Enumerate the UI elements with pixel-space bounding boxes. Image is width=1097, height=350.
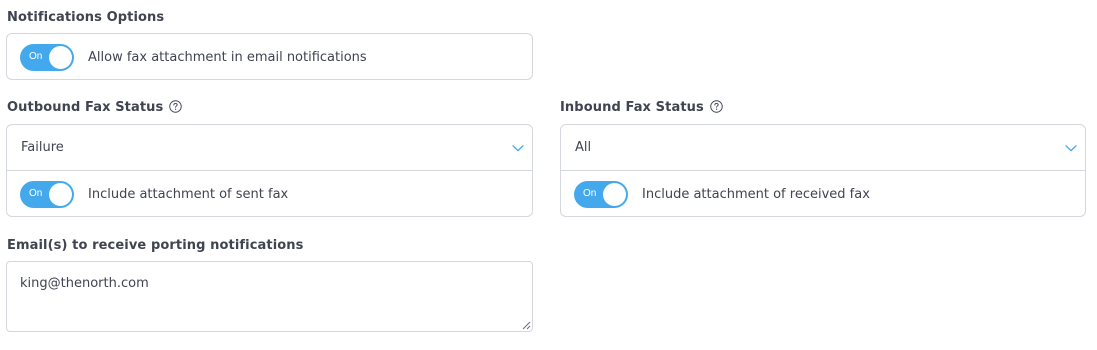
outbound-fax-box: Failure On Include attachment of sent fa… bbox=[6, 124, 533, 217]
toggle-state-text: On bbox=[583, 187, 597, 199]
notification-settings-page: Notifications Options On Allow fax attac… bbox=[0, 0, 1097, 350]
chevron-down-icon bbox=[512, 144, 524, 151]
toggle-knob bbox=[49, 45, 72, 69]
sent-fax-attachment-label: Include attachment of sent fax bbox=[88, 186, 289, 202]
porting-emails-value: king@thenorth.com bbox=[20, 276, 149, 291]
toggle-knob bbox=[603, 182, 626, 206]
sent-fax-attachment-toggle[interactable]: On bbox=[20, 180, 74, 208]
fax-attachment-toggle-row: On Allow fax attachment in email notific… bbox=[7, 34, 532, 80]
outbound-status-select[interactable]: Failure bbox=[7, 125, 532, 171]
chevron-down-icon bbox=[1065, 144, 1077, 151]
notifications-options-heading: Notifications Options bbox=[7, 10, 165, 25]
outbound-status-value: Failure bbox=[21, 140, 64, 155]
fax-attachment-box: On Allow fax attachment in email notific… bbox=[6, 33, 533, 80]
inbound-status-select[interactable]: All bbox=[561, 125, 1085, 171]
toggle-knob bbox=[49, 182, 72, 206]
inbound-fax-box: All On Include attachment of received fa… bbox=[560, 124, 1086, 217]
outbound-fax-status-heading: Outbound Fax Status bbox=[7, 100, 183, 115]
inbound-toggle-row: On Include attachment of received fax bbox=[561, 171, 1085, 217]
fax-attachment-toggle-label: Allow fax attachment in email notificati… bbox=[88, 49, 367, 65]
inbound-status-value: All bbox=[575, 140, 592, 155]
outbound-heading-text: Outbound Fax Status bbox=[7, 100, 164, 115]
inbound-fax-status-heading: Inbound Fax Status bbox=[560, 100, 723, 115]
received-fax-attachment-label: Include attachment of received fax bbox=[642, 186, 870, 202]
question-circle-icon[interactable] bbox=[710, 100, 723, 113]
question-circle-icon[interactable] bbox=[169, 100, 183, 113]
fax-attachment-toggle[interactable]: On bbox=[20, 43, 74, 71]
outbound-toggle-row: On Include attachment of sent fax bbox=[7, 171, 532, 217]
porting-emails-textarea[interactable]: king@thenorth.com bbox=[6, 261, 533, 332]
porting-emails-heading: Email(s) to receive porting notification… bbox=[7, 238, 304, 253]
toggle-state-text: On bbox=[29, 187, 43, 199]
received-fax-attachment-toggle[interactable]: On bbox=[574, 180, 628, 208]
inbound-heading-text: Inbound Fax Status bbox=[560, 100, 704, 115]
resize-grip-icon[interactable] bbox=[522, 321, 531, 330]
toggle-state-text: On bbox=[29, 50, 43, 62]
